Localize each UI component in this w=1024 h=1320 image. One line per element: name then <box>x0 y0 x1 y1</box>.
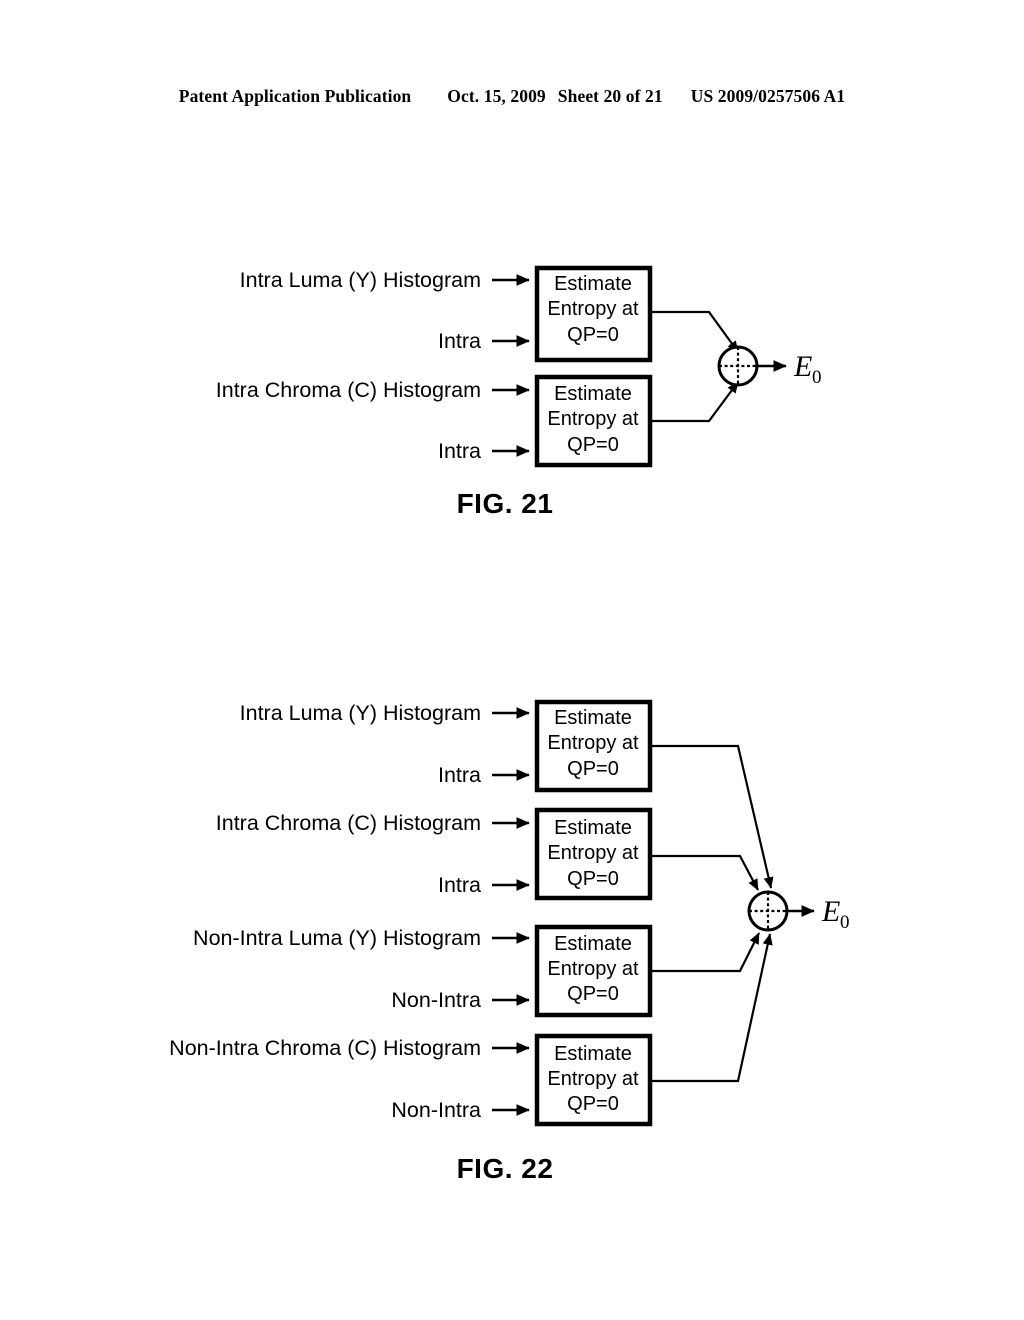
fig22-block-1-output-wire <box>650 744 774 889</box>
fig21-block-1-output-wire <box>650 310 739 353</box>
fig22-block-2-mode-label: Intra <box>438 873 481 897</box>
fig22-block-2-text-line-2: Entropy at <box>547 842 639 864</box>
fig22-block-2-text-line-1: Estimate <box>554 817 632 839</box>
fig22-block-3-output-wire <box>650 932 760 973</box>
fig21-block-2-text-line-3: QP=0 <box>567 434 619 456</box>
fig21-block-1-mode-label: Intra <box>438 329 481 353</box>
fig22-block-3: Non-Intra Luma (Y) Histogram Non-Intra E… <box>193 924 760 1018</box>
fig21-block-1-text-line-2: Entropy at <box>547 298 639 320</box>
fig21-output-label: E <box>793 350 812 383</box>
fig22-block-2: Intra Chroma (C) Histogram Intra Estimat… <box>216 807 759 901</box>
fig22-block-4-signal-label: Non-Intra Chroma (C) Histogram <box>169 1036 481 1060</box>
fig22-block-1-text-line-1: Estimate <box>554 707 632 729</box>
fig22-block-4-mode-label: Non-Intra <box>391 1098 481 1122</box>
fig22-block-3-mode-label: Non-Intra <box>391 988 481 1012</box>
fig22-block-4-text-line-2: Entropy at <box>547 1068 639 1090</box>
fig21-block-1-signal-label: Intra Luma (Y) Histogram <box>240 268 481 292</box>
patent-drawing-page: Patent Application Publication Oct. 15, … <box>0 0 1024 1320</box>
fig22-block-2-text-line-3: QP=0 <box>567 868 619 890</box>
fig22-output-subscript: 0 <box>840 912 850 933</box>
fig21-block-1-text-line-1: Estimate <box>554 273 632 295</box>
fig22-block-3-text-line-3: QP=0 <box>567 983 619 1005</box>
fig22-block-3-signal-label: Non-Intra Luma (Y) Histogram <box>193 926 481 950</box>
fig21-block-2: Intra Chroma (C) Histogram Intra Estimat… <box>216 374 739 468</box>
fig21-block-2-text-line-2: Entropy at <box>547 408 639 430</box>
fig21-block-2-mode-label: Intra <box>438 439 481 463</box>
fig21-block-2-output-wire <box>650 381 739 423</box>
fig22-block-3-text-line-2: Entropy at <box>547 958 639 980</box>
fig22-block-1-mode-label: Intra <box>438 763 481 787</box>
fig21-summing-junction-icon <box>717 345 759 387</box>
fig22-block-4-text-line-3: QP=0 <box>567 1093 619 1115</box>
fig22-block-1-signal-label: Intra Luma (Y) Histogram <box>240 701 481 725</box>
figure-21: Intra Luma (Y) Histogram Intra Estimate … <box>216 265 822 519</box>
fig22-block-4-text-line-1: Estimate <box>554 1043 632 1065</box>
fig21-output-subscript: 0 <box>812 367 822 388</box>
fig22-block-1: Intra Luma (Y) Histogram Intra Estimate … <box>240 699 774 889</box>
fig22-summing-junction-icon <box>747 890 789 932</box>
fig22-block-4-output-wire <box>650 933 773 1083</box>
drawing-sheet: Intra Luma (Y) Histogram Intra Estimate … <box>169 265 850 1184</box>
fig22-block-3-text-line-1: Estimate <box>554 933 632 955</box>
fig22-block-2-signal-label: Intra Chroma (C) Histogram <box>216 811 481 835</box>
fig22-block-1-text-line-2: Entropy at <box>547 732 639 754</box>
fig21-block-2-text-line-1: Estimate <box>554 383 632 405</box>
figure-22: Intra Luma (Y) Histogram Intra Estimate … <box>169 699 850 1184</box>
fig22-caption: FIG. 22 <box>457 1153 554 1184</box>
fig21-block-1: Intra Luma (Y) Histogram Intra Estimate … <box>240 265 739 363</box>
fig21-block-2-signal-label: Intra Chroma (C) Histogram <box>216 378 481 402</box>
fig22-block-4: Non-Intra Chroma (C) Histogram Non-Intra… <box>169 933 773 1127</box>
fig22-output-label: E <box>821 895 840 928</box>
fig22-block-1-text-line-3: QP=0 <box>567 758 619 780</box>
fig21-block-1-text-line-3: QP=0 <box>567 324 619 346</box>
fig21-caption: FIG. 21 <box>457 488 554 519</box>
fig22-block-2-output-wire <box>650 854 759 891</box>
